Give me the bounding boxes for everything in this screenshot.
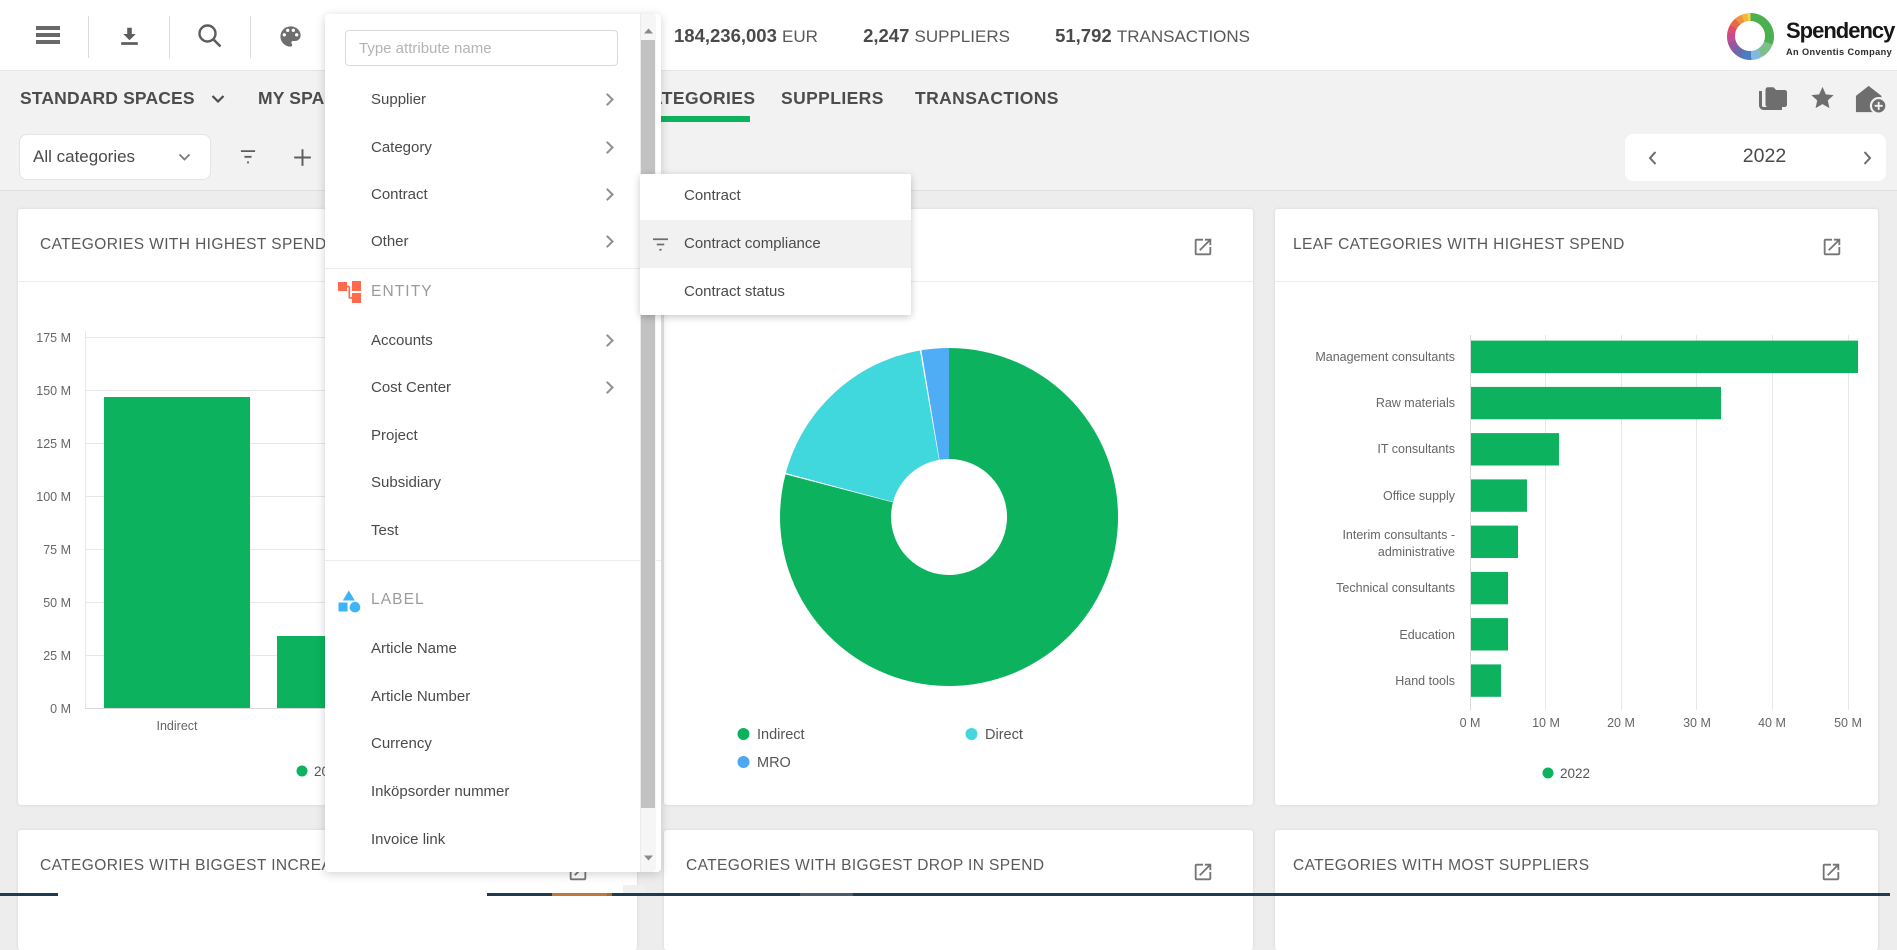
- svg-text:150 M: 150 M: [36, 384, 71, 398]
- svg-text:10 M: 10 M: [1532, 716, 1560, 730]
- svg-text:IT consultants: IT consultants: [1377, 442, 1455, 456]
- svg-text:50 M: 50 M: [43, 596, 71, 610]
- svg-text:Raw materials: Raw materials: [1376, 396, 1455, 410]
- svg-text:20 M: 20 M: [1607, 716, 1635, 730]
- svg-text:2022: 2022: [1560, 766, 1590, 781]
- svg-text:175 M: 175 M: [36, 331, 71, 345]
- svg-text:Direct: Direct: [985, 727, 1023, 743]
- svg-text:Indirect: Indirect: [757, 727, 805, 743]
- svg-text:0 M: 0 M: [50, 702, 71, 716]
- svg-text:50 M: 50 M: [1834, 716, 1862, 730]
- svg-text:0 M: 0 M: [1460, 716, 1481, 730]
- svg-text:MRO: MRO: [757, 755, 791, 771]
- svg-text:75 M: 75 M: [43, 543, 71, 557]
- svg-text:25 M: 25 M: [43, 649, 71, 663]
- svg-text:Management consultants: Management consultants: [1315, 350, 1455, 364]
- svg-text:125 M: 125 M: [36, 437, 71, 451]
- svg-text:Education: Education: [1399, 628, 1455, 642]
- svg-text:Interim consultants -: Interim consultants -: [1342, 528, 1455, 542]
- svg-text:100 M: 100 M: [36, 490, 71, 504]
- svg-text:40 M: 40 M: [1758, 716, 1786, 730]
- svg-text:30 M: 30 M: [1683, 716, 1711, 730]
- svg-text:administrative: administrative: [1378, 545, 1455, 559]
- svg-text:Office supply: Office supply: [1383, 489, 1456, 503]
- svg-text:Indirect: Indirect: [157, 719, 199, 733]
- svg-text:Technical consultants: Technical consultants: [1336, 581, 1455, 595]
- svg-text:Hand tools: Hand tools: [1395, 674, 1455, 688]
